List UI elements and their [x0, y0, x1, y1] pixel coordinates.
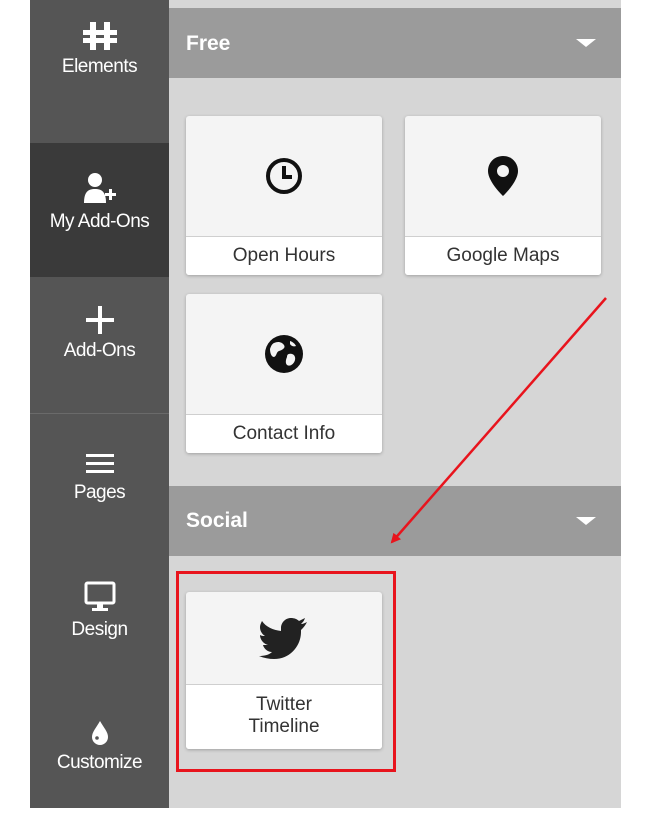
add-user-icon: [83, 143, 117, 205]
clock-icon: [186, 116, 382, 237]
card-label: Google Maps: [405, 237, 601, 275]
add-on-card-open-hours[interactable]: Open Hours: [186, 116, 382, 275]
card-label: Open Hours: [186, 237, 382, 275]
sidebar-item-elements[interactable]: Elements: [30, 10, 169, 134]
sidebar-item-my-add-ons[interactable]: My Add-Ons: [30, 143, 169, 277]
monitor-icon: [84, 553, 116, 613]
plus-icon: [85, 286, 114, 334]
droplet-icon: [90, 690, 110, 746]
elements-icon: [82, 10, 117, 50]
section-header-social[interactable]: Social: [169, 486, 621, 556]
sidebar-item-pages[interactable]: Pages: [30, 418, 169, 542]
section-header-free[interactable]: Free: [169, 8, 621, 78]
add-on-card-contact-info[interactable]: Contact Info: [186, 294, 382, 453]
section-title: Free: [186, 32, 231, 55]
sidebar-item-label: Add-Ons: [63, 340, 136, 361]
add-on-card-google-maps[interactable]: Google Maps: [405, 116, 601, 275]
card-label: Contact Info: [186, 415, 382, 453]
globe-icon: [186, 294, 382, 415]
sidebar-item-label: Elements: [61, 56, 138, 77]
sidebar-item-customize[interactable]: Customize: [30, 690, 169, 808]
section-title: Social: [186, 509, 248, 532]
chevron-down-icon[interactable]: [576, 517, 596, 525]
hamburger-icon: [85, 418, 114, 476]
sidebar-item-label: Pages: [73, 482, 126, 503]
map-pin-icon: [405, 116, 601, 237]
sidebar-item-label: Design: [71, 619, 128, 640]
sidebar-divider: [30, 413, 169, 414]
sidebar-item-design[interactable]: Design: [30, 553, 169, 677]
sidebar-item-label: Customize: [56, 752, 143, 773]
sidebar: Elements My Add-Ons Add-Ons Pages Design…: [30, 0, 169, 808]
annotation-highlight-box: [176, 571, 396, 772]
sidebar-item-add-ons[interactable]: Add-Ons: [30, 286, 169, 410]
chevron-down-icon[interactable]: [576, 39, 596, 47]
sidebar-item-label: My Add-Ons: [49, 211, 150, 232]
